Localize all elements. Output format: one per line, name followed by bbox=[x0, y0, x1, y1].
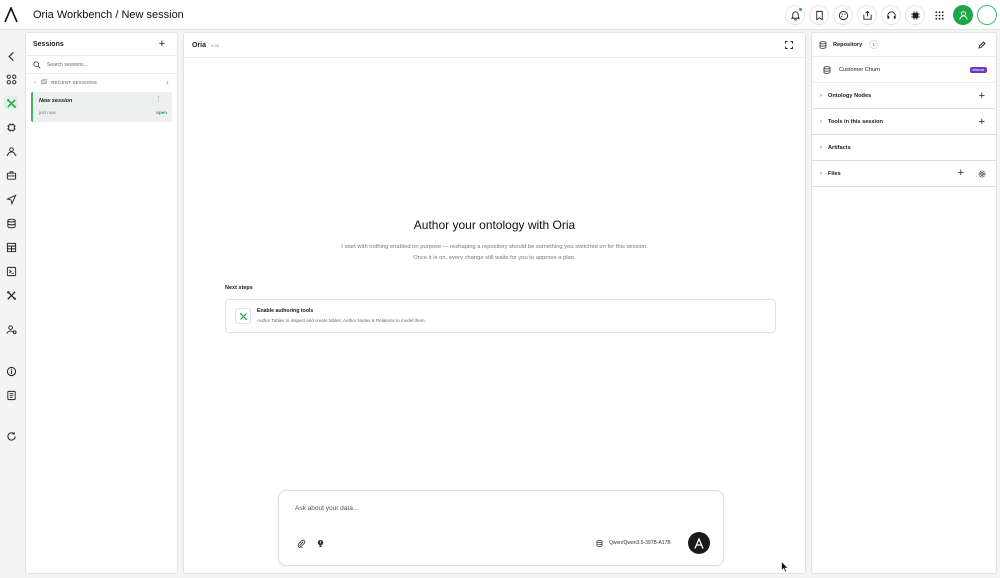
group-label: RECENT SESSIONS bbox=[51, 79, 98, 85]
mouse-cursor-icon bbox=[781, 561, 789, 573]
apps-icon[interactable] bbox=[4, 72, 18, 86]
bell-icon[interactable] bbox=[785, 5, 805, 25]
context-panel: Repository 1 Customer Churn internal › O… bbox=[811, 32, 997, 574]
session-time: just now bbox=[39, 110, 56, 115]
model-selector[interactable]: Qwen/Qwen3.5-397B-A17B bbox=[609, 540, 671, 546]
top-actions bbox=[785, 0, 1000, 30]
database-icon bbox=[823, 65, 831, 74]
chat-title: Oria bbox=[192, 41, 207, 49]
workbench-icon[interactable] bbox=[4, 96, 18, 110]
repository-title: Repository bbox=[833, 41, 863, 48]
hero-title: Author your ontology with Oria bbox=[413, 218, 576, 232]
expand-icon[interactable] bbox=[785, 41, 793, 49]
add-ontology-node-button[interactable]: + bbox=[979, 91, 985, 102]
session-item[interactable]: New session just now ⋮ open bbox=[31, 92, 172, 122]
user-network-icon[interactable] bbox=[4, 144, 18, 158]
repository-count: 1 bbox=[869, 40, 879, 49]
session-name: New session bbox=[39, 98, 73, 104]
chip-icon[interactable] bbox=[905, 5, 925, 25]
chip-icon[interactable] bbox=[4, 120, 18, 134]
sessions-header: Sessions + bbox=[26, 33, 177, 56]
hero: Author your ontology with Oria I start w… bbox=[184, 218, 805, 264]
logo-icon bbox=[694, 537, 704, 549]
section-label: Ontology Nodes bbox=[828, 92, 872, 99]
group-count: 1 bbox=[166, 79, 169, 85]
kebab-menu-icon[interactable]: ⋮ bbox=[155, 96, 162, 103]
chevron-left-icon[interactable] bbox=[4, 49, 18, 63]
chevron-right-icon: › bbox=[820, 144, 822, 151]
chevron-right-icon: › bbox=[820, 170, 822, 177]
database-icon[interactable] bbox=[4, 216, 18, 230]
breadcrumb: Oria Workbench / New session bbox=[33, 8, 184, 21]
workbench-icon bbox=[235, 308, 251, 324]
repository-item[interactable]: Customer Churn internal bbox=[812, 57, 996, 83]
session-status: open bbox=[156, 110, 167, 115]
section-label: Files bbox=[828, 170, 841, 177]
add-session-button[interactable]: + bbox=[159, 38, 165, 50]
book-icon[interactable] bbox=[4, 388, 18, 402]
terminal-icon[interactable] bbox=[4, 264, 18, 278]
database-icon bbox=[819, 40, 827, 49]
send-icon[interactable] bbox=[4, 192, 18, 206]
logo-icon[interactable] bbox=[0, 0, 22, 30]
session-search bbox=[26, 56, 177, 74]
section-tools[interactable]: › Tools in this session + bbox=[812, 109, 996, 135]
section-files[interactable]: › Files + bbox=[812, 161, 996, 187]
chat-header: Oria 4.96 bbox=[184, 33, 805, 58]
model-tag: 4.96 bbox=[211, 42, 219, 48]
avatar[interactable] bbox=[977, 5, 997, 25]
share-icon[interactable] bbox=[857, 5, 877, 25]
tools-icon[interactable] bbox=[4, 288, 18, 302]
user-gear-icon[interactable] bbox=[4, 322, 18, 336]
card-description: Author Tables to inspect and create tabl… bbox=[257, 318, 426, 323]
briefcase-icon[interactable] bbox=[4, 168, 18, 182]
palette-icon[interactable] bbox=[833, 5, 853, 25]
chevron-right-icon: › bbox=[820, 92, 822, 99]
notification-dot bbox=[798, 7, 803, 12]
top-bar: Oria Workbench / New session bbox=[0, 0, 1000, 30]
bookmark-icon[interactable] bbox=[809, 5, 829, 25]
hero-text: I start with nothing enabled on purpose … bbox=[341, 244, 648, 261]
attach-icon[interactable] bbox=[297, 539, 306, 548]
add-file-button[interactable]: + bbox=[958, 168, 964, 179]
composer: Qwen/Qwen3.5-397B-A17B bbox=[278, 490, 724, 566]
database-icon bbox=[596, 540, 603, 547]
table-icon[interactable] bbox=[4, 240, 18, 254]
next-steps-label: Next steps bbox=[225, 285, 253, 291]
info-icon[interactable] bbox=[4, 364, 18, 378]
chat-input[interactable] bbox=[295, 505, 675, 512]
search-input[interactable] bbox=[47, 61, 167, 68]
repository-name: Customer Churn bbox=[839, 66, 881, 73]
lightbulb-icon[interactable] bbox=[316, 539, 325, 548]
section-ontology-nodes[interactable]: › Ontology Nodes + bbox=[812, 83, 996, 109]
add-tool-button[interactable]: + bbox=[979, 117, 985, 128]
section-label: Tools in this session bbox=[828, 118, 883, 125]
enable-authoring-card[interactable]: Enable authoring tools Author Tables to … bbox=[225, 299, 776, 333]
search-icon bbox=[33, 60, 41, 68]
section-artifacts[interactable]: › Artifacts bbox=[812, 135, 996, 161]
refresh-icon[interactable] bbox=[4, 429, 18, 443]
sessions-panel: Sessions + ⌄ RECENT SESSIONS 1 New sessi… bbox=[25, 32, 178, 574]
chevron-down-icon: ⌄ bbox=[33, 79, 38, 85]
gear-icon[interactable] bbox=[978, 170, 986, 178]
repository-header: Repository 1 bbox=[812, 33, 996, 57]
grid-icon[interactable] bbox=[929, 5, 949, 25]
chevron-right-icon: › bbox=[820, 118, 822, 125]
recent-sessions-group[interactable]: ⌄ RECENT SESSIONS 1 bbox=[26, 74, 177, 90]
left-rail bbox=[0, 31, 22, 578]
send-button[interactable] bbox=[688, 532, 710, 554]
sessions-title: Sessions bbox=[33, 40, 64, 48]
chat-panel: Oria 4.96 Author your ontology with Oria… bbox=[183, 32, 806, 574]
pencil-icon[interactable] bbox=[978, 41, 986, 49]
card-title: Enable authoring tools bbox=[257, 308, 314, 314]
sessions-group-icon bbox=[41, 79, 48, 85]
headset-icon[interactable] bbox=[881, 5, 901, 25]
user-icon[interactable] bbox=[953, 5, 973, 25]
repository-tag: internal bbox=[969, 67, 987, 73]
section-label: Artifacts bbox=[828, 144, 851, 151]
